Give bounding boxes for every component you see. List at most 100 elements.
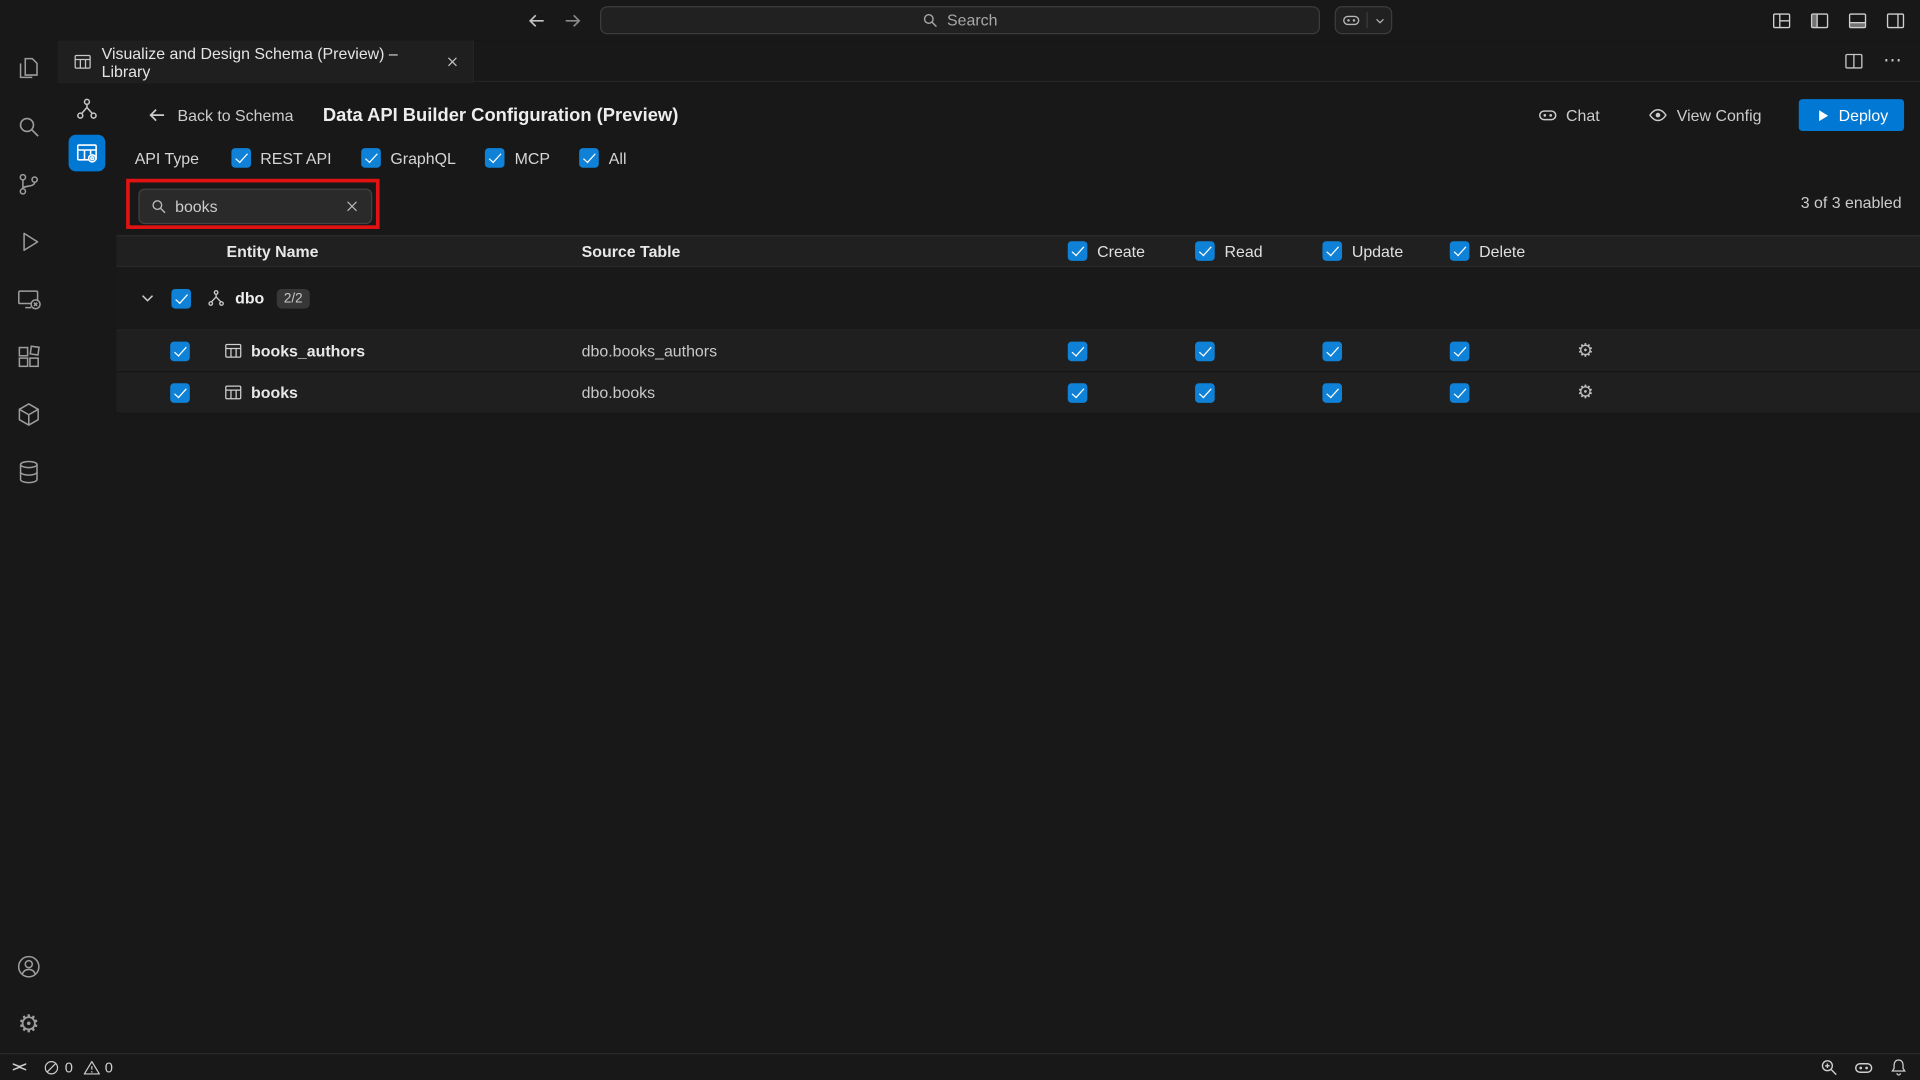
zoom-icon[interactable] [1820, 1058, 1838, 1076]
files-icon [15, 55, 43, 83]
sidebar-item-settings[interactable]: ⚙ [0, 996, 58, 1054]
tab-bar: Visualize and Design Schema (Preview) – … [58, 40, 1920, 82]
chevron-down-icon [1373, 14, 1385, 26]
chevron-down-icon[interactable] [140, 290, 156, 306]
filter-mcp[interactable]: MCP [485, 148, 550, 168]
update-all-checkbox[interactable] [1322, 241, 1342, 261]
cube-icon [15, 400, 43, 428]
table-grid-icon [209, 342, 243, 360]
sidebar-item-account[interactable] [0, 938, 58, 996]
extensions-icon [15, 343, 43, 371]
toggle-secondary-sidebar-icon[interactable] [1886, 10, 1906, 30]
nav-forward-icon[interactable] [563, 10, 583, 30]
close-icon[interactable] [444, 54, 460, 70]
view-config-button[interactable]: View Config [1649, 105, 1762, 125]
customize-layout-icon[interactable] [1772, 10, 1792, 30]
update-label: Update [1352, 242, 1403, 260]
split-editor-icon[interactable] [1844, 51, 1864, 71]
create-checkbox[interactable] [1068, 383, 1088, 403]
column-update: Update [1322, 241, 1449, 261]
update-checkbox[interactable] [1322, 383, 1342, 403]
divider [1366, 12, 1367, 28]
view-config-label: View Config [1677, 106, 1762, 124]
copilot-status-icon[interactable] [1854, 1057, 1874, 1077]
bell-icon[interactable] [1889, 1058, 1907, 1076]
problems-status[interactable]: 0 0 [43, 1059, 118, 1076]
read-checkbox[interactable] [1195, 341, 1215, 361]
deploy-label: Deploy [1839, 106, 1889, 124]
delete-checkbox[interactable] [1450, 341, 1470, 361]
chat-button[interactable]: Chat [1538, 105, 1600, 125]
update-checkbox[interactable] [1322, 341, 1342, 361]
play-icon [1814, 107, 1830, 123]
tab-visualize-design-schema[interactable]: Visualize and Design Schema (Preview) – … [58, 40, 474, 83]
sidebar-item-database[interactable] [0, 443, 58, 501]
sidebar-item-remote-explorer[interactable] [0, 271, 58, 329]
remote-indicator-icon[interactable]: >< [12, 1060, 25, 1075]
nav-back-icon[interactable] [527, 10, 547, 30]
entity-settings-gear-icon[interactable]: ⚙ [1577, 383, 1920, 401]
editor-body: Back to Schema Data API Builder Configur… [58, 83, 1920, 1053]
row-checkbox[interactable] [170, 341, 190, 361]
delete-checkbox[interactable] [1450, 383, 1470, 403]
create-checkbox[interactable] [1068, 341, 1088, 361]
read-checkbox[interactable] [1195, 383, 1215, 403]
delete-label: Delete [1479, 242, 1525, 260]
entity-search-input[interactable] [175, 197, 335, 215]
sidebar-item-search[interactable] [0, 98, 58, 156]
table-gear-icon [75, 141, 99, 165]
command-center-search[interactable]: Search [600, 6, 1320, 34]
entity-name: books [244, 383, 582, 401]
copilot-menu-button[interactable] [1335, 6, 1393, 34]
create-label: Create [1097, 242, 1145, 260]
row-checkbox[interactable] [170, 383, 190, 403]
schema-designer-button[interactable] [69, 91, 106, 128]
clear-search-icon[interactable] [344, 198, 360, 214]
deploy-button[interactable]: Deploy [1798, 99, 1904, 131]
database-icon [15, 458, 43, 486]
mcp-checkbox[interactable] [485, 148, 505, 168]
status-bar: >< 0 0 [0, 1053, 1920, 1080]
search-icon [923, 12, 939, 28]
entity-settings-gear-icon[interactable]: ⚙ [1577, 342, 1920, 360]
tab-title: Visualize and Design Schema (Preview) – … [102, 43, 435, 80]
filter-graphql[interactable]: GraphQL [361, 148, 456, 168]
editor-area: Visualize and Design Schema (Preview) – … [58, 40, 1920, 1053]
sidebar-item-run-debug[interactable] [0, 213, 58, 271]
rest-api-checkbox[interactable] [231, 148, 251, 168]
source-table: dbo.books_authors [582, 342, 1068, 360]
sidebar-item-schema-visualizer[interactable] [0, 386, 58, 444]
account-icon [15, 953, 43, 981]
graphql-checkbox[interactable] [361, 148, 381, 168]
all-checkbox[interactable] [579, 148, 599, 168]
filter-all[interactable]: All [579, 148, 626, 168]
sidebar-item-source-control[interactable] [0, 156, 58, 214]
delete-all-checkbox[interactable] [1450, 241, 1470, 261]
designer-icon-strip [58, 83, 117, 1053]
column-source-table: Source Table [582, 242, 1068, 260]
read-all-checkbox[interactable] [1195, 241, 1215, 261]
annotation-highlight [126, 179, 379, 229]
search-icon [15, 113, 43, 141]
entity-search-box[interactable] [138, 189, 372, 225]
sidebar-item-explorer[interactable] [0, 40, 58, 98]
entity-name: books_authors [244, 342, 582, 360]
dab-config-button[interactable] [69, 135, 106, 172]
more-actions-icon[interactable]: ⋯ [1883, 51, 1903, 69]
toggle-panel-icon[interactable] [1848, 10, 1868, 30]
run-debug-icon [15, 228, 43, 256]
filter-rest-api[interactable]: REST API [231, 148, 332, 168]
group-checkbox[interactable] [171, 288, 191, 308]
eye-icon [1649, 105, 1669, 125]
toggle-primary-sidebar-icon[interactable] [1810, 10, 1830, 30]
page-title: Data API Builder Configuration (Preview) [323, 105, 678, 126]
warning-icon [83, 1059, 100, 1076]
back-to-schema-button[interactable]: Back to Schema [147, 105, 294, 125]
warning-count: 0 [105, 1059, 113, 1076]
enabled-count: 3 of 3 enabled [1801, 193, 1902, 211]
create-all-checkbox[interactable] [1068, 241, 1088, 261]
schema-group-row[interactable]: dbo 2/2 [116, 267, 1920, 331]
table-row: books dbo.books ⚙ [116, 372, 1920, 414]
sidebar-item-extensions[interactable] [0, 328, 58, 386]
git-branch-icon [15, 170, 43, 198]
